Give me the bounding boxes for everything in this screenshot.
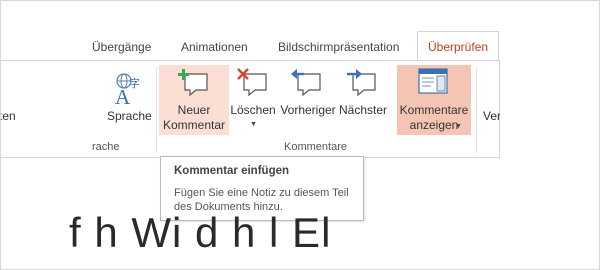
partial-ribbon-button[interactable]: ten: [1, 65, 49, 135]
delete-comment-icon: [237, 68, 267, 97]
translate-icon: 字 A: [115, 73, 140, 105]
delete-comment-label: Löschen: [230, 103, 276, 117]
previous-comment-label: Vorheriger: [280, 103, 336, 117]
tab-ueberpruefen[interactable]: Überprüfen: [417, 31, 500, 61]
slide-title-text[interactable]: f h Wi d h l El: [69, 209, 331, 257]
tab-uebergaenge[interactable]: Übergänge: [92, 37, 151, 61]
chevron-down-icon: ▼: [250, 121, 257, 128]
next-comment-button[interactable]: Nächster: [337, 65, 389, 135]
svg-text:A: A: [115, 85, 131, 105]
tooltip-title: Kommentar einfügen: [174, 165, 290, 177]
svg-text:字: 字: [129, 76, 140, 90]
new-comment-label-1: Neuer: [177, 103, 211, 117]
new-comment-icon: [178, 69, 208, 97]
next-comment-label: Nächster: [338, 103, 388, 117]
show-comments-button[interactable]: Kommentare anzeigen ▼: [397, 65, 471, 135]
group-label-language: rache: [92, 141, 120, 153]
delete-comment-button[interactable]: Löschen ▼: [230, 65, 276, 135]
new-comment-label-2: Kommentar: [162, 118, 226, 132]
group-label-comments: Kommentare: [284, 141, 347, 153]
previous-comment-button[interactable]: Vorheriger: [279, 65, 337, 135]
tab-bildschirmpraesentation[interactable]: Bildschirmpräsentation: [278, 37, 399, 61]
language-button[interactable]: 字 A Sprache: [107, 65, 152, 135]
chevron-down-icon: ▼: [455, 123, 462, 130]
group-separator: [156, 67, 157, 153]
next-comment-icon: [347, 69, 376, 97]
previous-comment-icon: [291, 69, 321, 97]
ribbon: ten 字 A Sprache rache Neuer Kommentar Lö…: [1, 60, 500, 158]
group-separator: [476, 67, 477, 153]
compare-button-label: Ver: [483, 109, 500, 123]
language-button-label: Sprache: [107, 109, 152, 123]
partial-button-label: ten: [0, 109, 16, 123]
new-comment-button[interactable]: Neuer Kommentar: [159, 65, 229, 135]
show-comments-label-1: Kommentare: [399, 103, 469, 117]
tab-animationen[interactable]: Animationen: [181, 37, 248, 61]
show-comments-pane-icon: [418, 68, 448, 94]
compare-button-partial[interactable]: Ver: [480, 65, 500, 135]
app-window: Übergänge Animationen Bildschirmpräsenta…: [0, 0, 600, 270]
